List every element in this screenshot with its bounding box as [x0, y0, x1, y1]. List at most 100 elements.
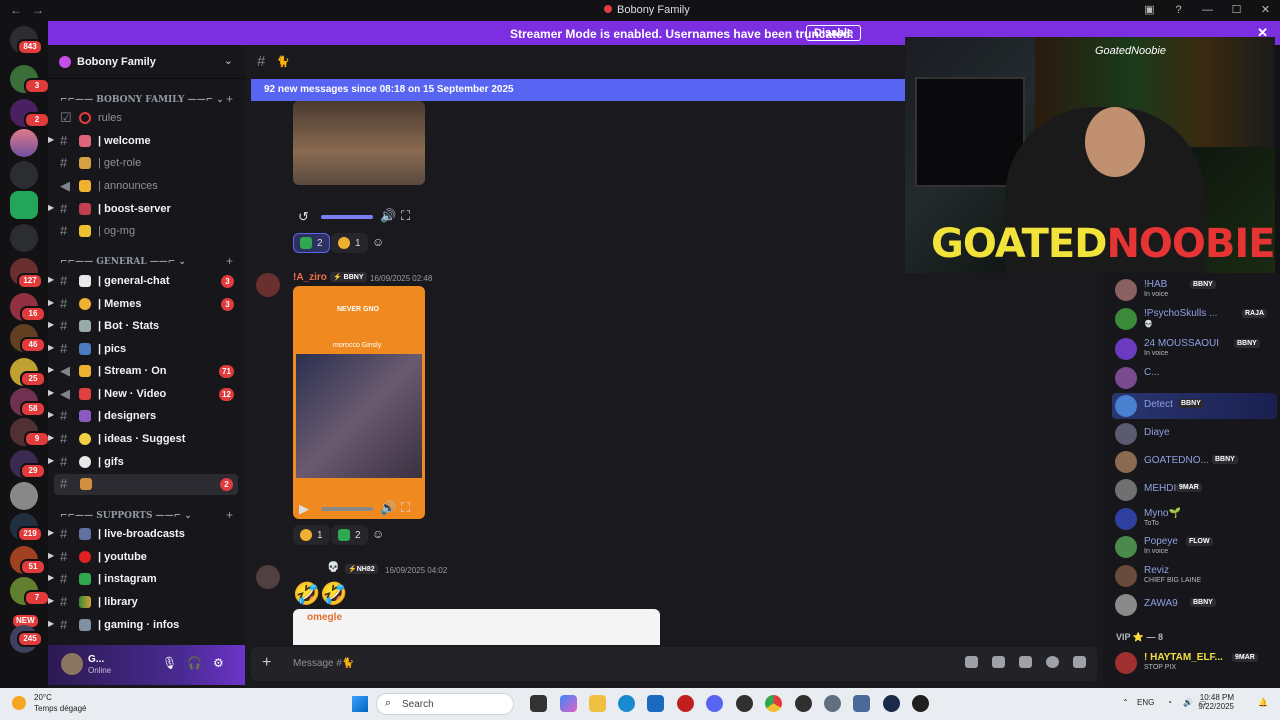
apps-icon[interactable] [1073, 656, 1086, 668]
close-window-button[interactable]: ✕ [1251, 0, 1280, 21]
member-item[interactable]: GOATEDNO... BBNY [1112, 449, 1277, 475]
server-icon[interactable] [10, 129, 38, 157]
member-item[interactable]: ZAWA9 BBNY [1112, 592, 1277, 618]
channel-rules[interactable]: ☑ rules [48, 108, 245, 129]
maximize-button[interactable]: ☐ [1222, 0, 1251, 21]
avatar[interactable] [61, 653, 83, 675]
member-item[interactable]: !HAB In voice BBNY [1112, 277, 1277, 303]
steam-icon[interactable] [883, 695, 900, 712]
system-clock[interactable]: 10:48 PM 9/22/2025 [1198, 693, 1234, 711]
app-icon[interactable] [795, 695, 812, 712]
chevron-up-icon[interactable]: ⌃ [1122, 698, 1129, 707]
channel-ideas-suggest[interactable]: ▶ # | ideas · Suggest [48, 429, 245, 450]
chrome-icon[interactable] [765, 695, 782, 712]
channel-bot-stats[interactable]: ▶ # | Bot · Stats [48, 316, 245, 337]
notification-bell-icon[interactable]: 🔔 [1258, 698, 1268, 707]
gear-icon[interactable]: ⚙ [213, 656, 224, 670]
channel-get-role[interactable]: # | get-role [48, 153, 245, 174]
reaction-laugh[interactable]: 1 [293, 525, 330, 545]
channel-new-video[interactable]: ▶ ◀ | New · Video 12 [48, 384, 245, 405]
add-channel-icon[interactable]: + [226, 92, 233, 106]
copilot-icon[interactable] [560, 695, 577, 712]
store-icon[interactable] [647, 695, 664, 712]
member-item[interactable]: !PsychoSkulls ... 💀 RAJA [1112, 306, 1277, 332]
discord-icon[interactable] [706, 695, 723, 712]
fullscreen-icon[interactable]: ⛶ [401, 208, 410, 224]
channel-youtube[interactable]: ▶ # | youtube [48, 547, 245, 568]
headphones-icon[interactable]: 🎧 [187, 656, 202, 670]
reaction-laugh[interactable]: 1 [331, 233, 368, 253]
member-item[interactable]: MEHDI 9MAR [1112, 477, 1277, 503]
add-attachment-icon[interactable]: + [262, 654, 271, 672]
settings-icon[interactable] [824, 695, 841, 712]
channel-gaming-infos[interactable]: ▶ # | gaming · infos [48, 615, 245, 636]
file-explorer-icon[interactable] [589, 695, 606, 712]
channel-instagram[interactable]: ▶ # | instagram [48, 569, 245, 590]
search-input[interactable]: ⌕ Search [376, 693, 514, 715]
channel-cat[interactable]: #🐈2 [54, 474, 238, 495]
channel-boost-server[interactable]: ▶ # | boost-server [48, 199, 245, 220]
member-item[interactable]: C... [1112, 365, 1277, 391]
nav-arrows-icon[interactable]: ←→ [10, 3, 54, 17]
vip-category[interactable]: VIP ⭐ — 8 [1116, 632, 1163, 643]
disable-button[interactable]: Disable [806, 25, 862, 41]
task-view-icon[interactable] [530, 695, 547, 712]
member-item[interactable]: Myno🌱 ToTo [1112, 506, 1277, 532]
server-icon[interactable] [10, 224, 38, 252]
message-composer[interactable]: + Message #🐈 [251, 647, 1097, 681]
add-channel-icon[interactable]: + [226, 254, 233, 268]
channel-designers[interactable]: ▶ # | designers [48, 406, 245, 427]
channel-announces[interactable]: ◀ | announces [48, 176, 245, 197]
inbox-icon[interactable]: ▣ [1135, 0, 1164, 21]
channel-live-broadcasts[interactable]: ▶ # | live-broadcasts [48, 524, 245, 545]
volume-icon[interactable]: 🔊 [380, 208, 396, 224]
reaction-check[interactable]: 2 [293, 233, 330, 253]
video-attachment[interactable]: NEVER GNO morocco Ginsly [293, 286, 425, 519]
member-item[interactable]: 24 MOUSSAOUI In voice BBNY [1112, 336, 1277, 362]
app-icon[interactable] [853, 695, 870, 712]
channel-library[interactable]: ▶ # | library [48, 592, 245, 613]
channel-welcome[interactable]: ▶ # | welcome [48, 131, 245, 152]
message-author[interactable]: !A_ziro [293, 272, 327, 283]
reaction-check[interactable]: 2 [331, 525, 368, 545]
chevron-down-icon[interactable]: ⌄ [224, 54, 233, 67]
channel-general-chat[interactable]: ▶ # | general-chat 3 [48, 271, 245, 292]
wifi-icon[interactable]: ◔ [1167, 698, 1172, 707]
member-item[interactable]: Popeye In voice FLOW [1112, 534, 1277, 560]
channel-stream-on[interactable]: ▶ ◀ | Stream · On 71 [48, 361, 245, 382]
avatar[interactable] [256, 273, 280, 297]
windows-start-icon[interactable] [352, 696, 368, 712]
member-item[interactable]: Reviz CHIEF BIG LAINE [1112, 563, 1277, 589]
fullscreen-icon[interactable]: ⛶ [401, 500, 410, 516]
speaker-icon[interactable]: 🔊 [1183, 698, 1193, 707]
help-icon[interactable]: ? [1164, 0, 1193, 21]
edge-icon[interactable] [618, 695, 635, 712]
gif-icon[interactable] [992, 656, 1005, 668]
channel-gifs[interactable]: ▶ # | gifs [48, 452, 245, 473]
add-reaction-icon[interactable]: ☺ [372, 235, 384, 249]
server-icon[interactable] [10, 482, 38, 510]
server-icon[interactable] [10, 191, 38, 219]
channel-memes[interactable]: ▶ # | Memes 3 [48, 294, 245, 315]
add-channel-icon[interactable]: + [226, 508, 233, 522]
channel-og-mg[interactable]: # | og-mg [48, 221, 245, 242]
microphone-icon[interactable]: 🎙 [162, 656, 177, 670]
video-attachment[interactable] [293, 101, 425, 185]
minimize-button[interactable]: — [1193, 0, 1222, 21]
media-player-icon[interactable] [912, 695, 929, 712]
language-indicator[interactable]: ENG [1137, 698, 1154, 707]
server-header[interactable]: Bobony Family ⌄ [48, 45, 245, 79]
member-item[interactable]: Detect BBNY [1112, 393, 1277, 419]
replay-icon[interactable]: ↺ [298, 209, 309, 225]
volume-icon[interactable]: 🔊 [380, 500, 396, 516]
add-reaction-icon[interactable]: ☺ [372, 527, 384, 541]
channel-pics[interactable]: ▶ # | pics [48, 339, 245, 360]
app-icon[interactable] [736, 695, 753, 712]
emoji-icon[interactable] [1046, 656, 1059, 668]
image-attachment[interactable]: omegle [293, 609, 660, 645]
sticker-icon[interactable] [1019, 656, 1032, 668]
play-icon[interactable]: ▶ [299, 501, 309, 517]
category-bobony[interactable]: ⌐⌐—— BOBONY FAMILY ——⌐ ⌄ [60, 95, 224, 105]
member-item[interactable]: ! HAYTAM_ELF... STOP PIX 9MAR [1112, 650, 1277, 676]
gift-icon[interactable] [965, 656, 978, 668]
